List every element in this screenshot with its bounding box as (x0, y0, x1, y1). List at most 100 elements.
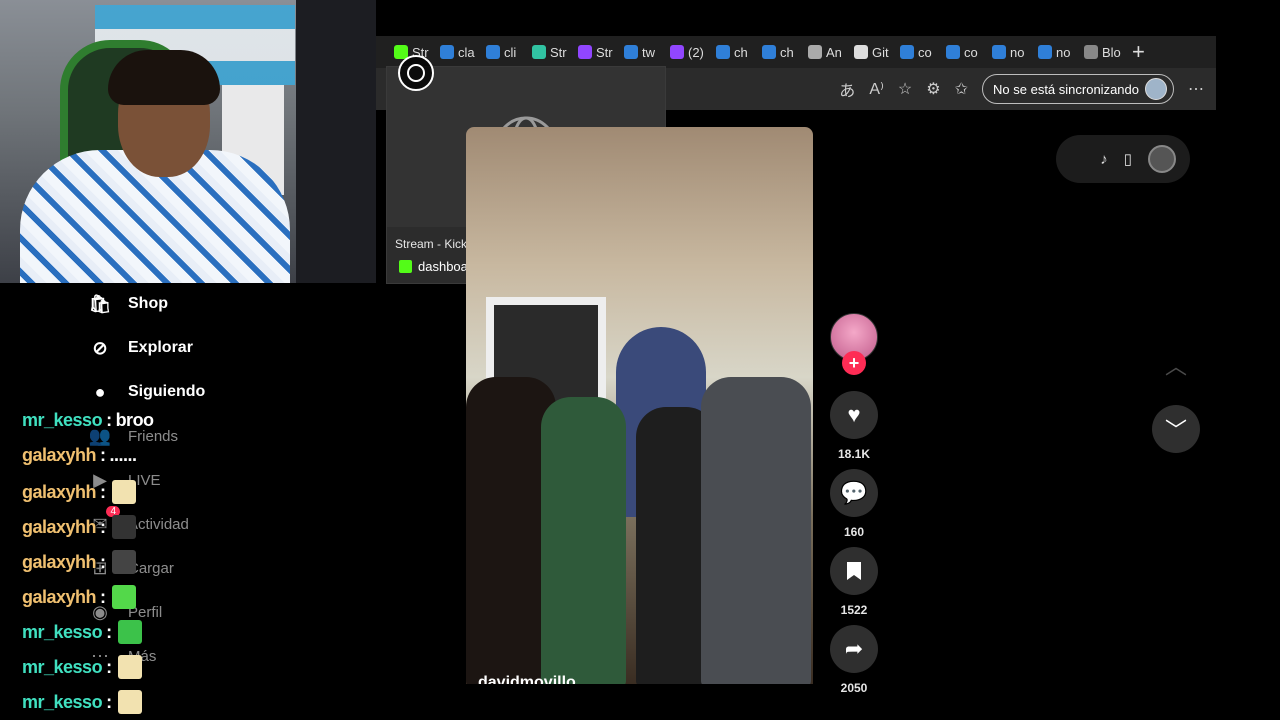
sidebar-item-siguiendo[interactable]: ● Siguiendo (88, 380, 206, 404)
chat-separator: : (100, 516, 106, 537)
share-action[interactable]: ➦ 2050 (830, 625, 878, 695)
video-player[interactable]: davidmovillo (466, 127, 813, 684)
twitch-icon (670, 45, 684, 59)
github-icon (854, 45, 868, 59)
read-aloud-icon[interactable]: A⁾ (869, 79, 884, 99)
tiktok-logo-icon[interactable]: ♪ (1100, 151, 1108, 168)
video-person (701, 377, 811, 684)
like-action[interactable]: ♥ 18.1K (830, 391, 878, 461)
webcam-overlay (0, 0, 376, 283)
new-tab-button[interactable]: + (1132, 41, 1145, 63)
sync-label: No se está sincronizando (993, 81, 1139, 97)
chat-emote-icon (111, 585, 136, 609)
streamer-hair (108, 50, 220, 105)
search-icon (762, 45, 776, 59)
browser-tab-bar: Str cla cli Str Str tw (2) ch ch An Git co co no no Blo… (376, 36, 1216, 68)
browser-tab[interactable]: co (942, 38, 988, 66)
browser-tab[interactable]: tw (620, 38, 666, 66)
favorite-star-icon[interactable]: ☆ (898, 79, 912, 99)
browser-tab[interactable]: cli (482, 38, 528, 66)
page-icon (1084, 45, 1098, 59)
chat-separator: : (106, 621, 112, 642)
next-video-chevron-down-icon[interactable]: ﹀ (1152, 405, 1200, 453)
user-avatar[interactable] (1148, 145, 1176, 173)
chat-separator: : (106, 656, 112, 677)
sidebar-item-explorar[interactable]: ⊘ Explorar (88, 336, 192, 360)
chat-username: galaxyhh (22, 586, 97, 607)
chat-username: galaxyhh (22, 445, 97, 465)
chat-message: galaxyhh: (22, 550, 136, 574)
compass-icon: ⊘ (92, 337, 108, 358)
browser-tab[interactable]: ch (712, 38, 758, 66)
browser-tab-label: Str (596, 44, 613, 60)
chat-message: galaxyhh: (22, 515, 136, 539)
browser-tab[interactable]: cla (436, 38, 482, 66)
browser-tab-label: ch (734, 44, 748, 60)
translate-icon[interactable]: あ (839, 77, 855, 101)
sidebar-item-label: Actividad (128, 515, 189, 533)
browser-tab[interactable]: ch (758, 38, 804, 66)
browser-tab[interactable]: Blo (1080, 38, 1126, 66)
chat-username: galaxyhh (22, 551, 97, 572)
browser-tab-label: no (1010, 44, 1025, 60)
browser-tab-label: (2) (688, 44, 704, 60)
settings-more-icon[interactable]: ⋯ (1188, 79, 1204, 99)
browser-tab[interactable]: no (1034, 38, 1080, 66)
chat-message: mr_kesso: (22, 655, 142, 679)
amazon-icon (808, 45, 822, 59)
browser-tab[interactable]: (2) (666, 38, 712, 66)
sidebar-item-label: Shop (128, 295, 168, 312)
share-icon[interactable]: ➦ (830, 625, 878, 673)
floating-controls: ♪ ▯ (1056, 135, 1190, 183)
sidebar-item-label: Siguiendo (128, 383, 206, 400)
browser-tab[interactable]: Git (850, 38, 896, 66)
extensions-icon[interactable]: ⚙ (926, 79, 940, 99)
browser-tab[interactable]: An (804, 38, 850, 66)
bookmark-icon[interactable] (830, 547, 878, 595)
heart-icon[interactable]: ♥ (830, 391, 878, 439)
previous-video-chevron-up-icon[interactable]: ︿ (1152, 341, 1200, 389)
search-icon (946, 45, 960, 59)
like-count: 18.1K (837, 447, 871, 461)
twitch-icon (578, 45, 592, 59)
browser-tab[interactable]: Str (574, 38, 620, 66)
profile-avatar (1145, 78, 1167, 100)
sync-profile-button[interactable]: No se está sincronizando (982, 74, 1174, 104)
browser-tab-label: co (918, 44, 932, 60)
sidebar-item-shop[interactable]: 🛍 Shop (88, 292, 168, 316)
browser-tab[interactable]: co (896, 38, 942, 66)
bing-icon (486, 45, 500, 59)
chat-message: mr_kesso: (22, 620, 142, 644)
chat-username: mr_kesso (22, 691, 103, 712)
bing-icon (440, 45, 454, 59)
browser-tab-label: no (1056, 44, 1071, 60)
browser-tab-label: Blo (1102, 44, 1121, 60)
chat-message: mr_kesso: (22, 690, 142, 714)
chat-message: galaxyhh: (22, 585, 136, 609)
room-wall (296, 0, 376, 283)
mobile-device-icon[interactable]: ▯ (1124, 150, 1132, 168)
chat-separator: : (100, 445, 106, 465)
search-icon (716, 45, 730, 59)
save-action[interactable]: 1522 (830, 547, 878, 617)
browser-tab-label: An (826, 44, 842, 60)
chat-emote-icon (117, 620, 142, 644)
favorites-icon[interactable]: ✩ (955, 79, 968, 99)
follow-plus-icon[interactable]: + (842, 351, 866, 375)
bing-icon (992, 45, 1006, 59)
browser-tab[interactable]: Str (528, 38, 574, 66)
chat-emote-icon (111, 480, 136, 504)
comment-action[interactable]: 💬 160 (830, 469, 878, 539)
video-author-name[interactable]: davidmovillo (478, 674, 576, 684)
chat-emote-icon (117, 690, 142, 714)
share-count: 2050 (840, 681, 868, 695)
bing-icon (1038, 45, 1052, 59)
cursor-highlight (398, 55, 434, 91)
chat-separator: : (100, 586, 106, 607)
chat-username: galaxyhh (22, 481, 97, 502)
comment-icon[interactable]: 💬 (830, 469, 878, 517)
browser-tab[interactable]: no (988, 38, 1034, 66)
browser-tab-label: co (964, 44, 978, 60)
browser-tab-label: cli (504, 44, 517, 60)
chat-username: mr_kesso (22, 410, 103, 430)
